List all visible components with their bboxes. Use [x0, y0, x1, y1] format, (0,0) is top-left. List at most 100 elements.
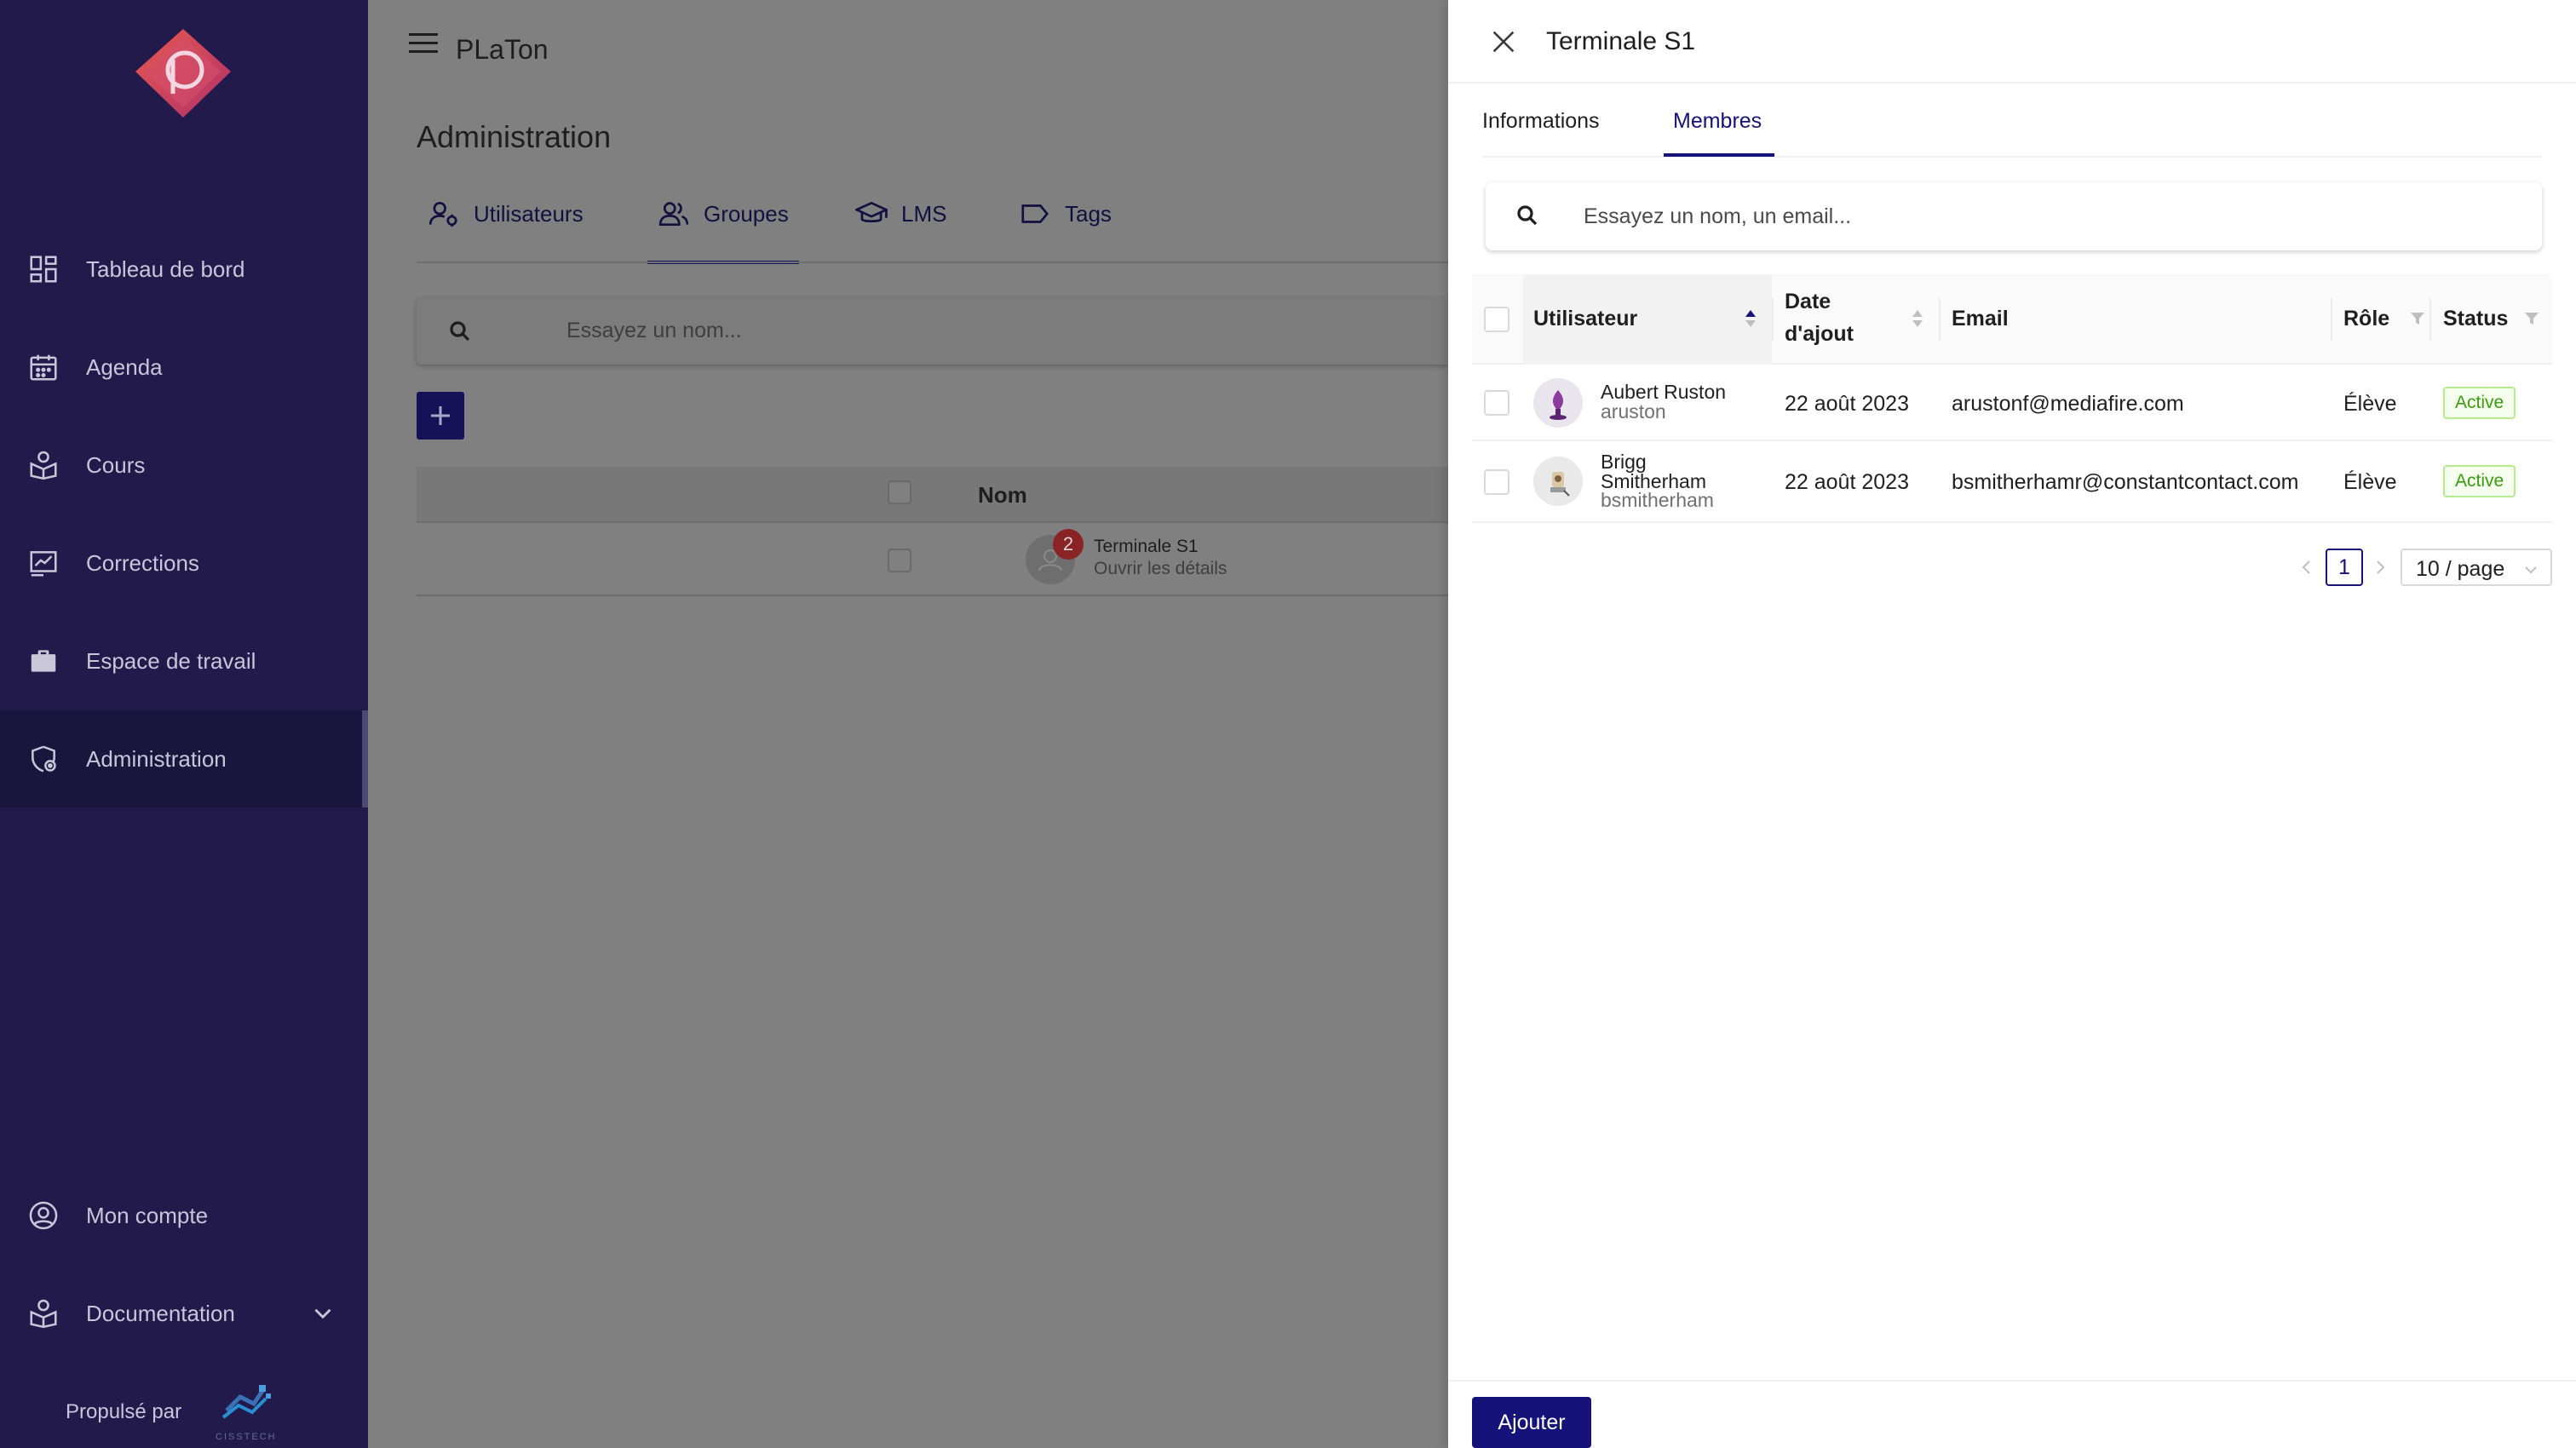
- graduation-cap-icon: [855, 201, 888, 223]
- sidebar-item-administration[interactable]: Administration: [0, 710, 368, 807]
- platon-logo[interactable]: [132, 27, 234, 121]
- search-icon: [1517, 205, 1538, 226]
- sidebar-item-dashboard[interactable]: Tableau de bord: [0, 221, 368, 318]
- add-group-button[interactable]: [417, 392, 464, 440]
- avatar: [1533, 378, 1583, 428]
- tab-informations[interactable]: Informations: [1482, 109, 1600, 158]
- column-header-user[interactable]: Utilisateur: [1533, 307, 1637, 331]
- sidebar-item-label: Cours: [86, 451, 146, 478]
- status-badge: Active: [2443, 465, 2516, 497]
- drawer-header: Terminale S1: [1448, 0, 2576, 83]
- table-row[interactable]: [417, 525, 1448, 596]
- sidebar-item-documentation[interactable]: Documentation: [0, 1265, 368, 1362]
- row-checkbox[interactable]: [1484, 469, 1509, 495]
- sidebar-item-label: Documentation: [86, 1300, 235, 1326]
- tab-lms[interactable]: LMS: [855, 201, 946, 264]
- drawer-tabs-divider: [1482, 156, 2542, 158]
- tab-utilisateurs[interactable]: Utilisateurs: [428, 201, 584, 264]
- sidebar-item-label: Agenda: [86, 353, 163, 380]
- tab-label: LMS: [901, 201, 947, 227]
- column-header-date-line1[interactable]: Date: [1785, 290, 1831, 314]
- open-details-link[interactable]: Ouvrir les détails: [1094, 559, 1227, 579]
- filter-icon[interactable]: [2409, 310, 2426, 327]
- sidebar-item-label: Espace de travail: [86, 647, 256, 674]
- sort-icon[interactable]: [1910, 307, 1925, 330]
- members-search-input[interactable]: [1584, 196, 2521, 237]
- column-separator: [2331, 298, 2332, 341]
- sidebar-item-label: Administration: [86, 745, 227, 772]
- tag-icon: [1021, 204, 1049, 223]
- row-checkbox[interactable]: [888, 549, 911, 572]
- sidebar-item-cours[interactable]: Cours: [0, 417, 368, 514]
- column-header-role[interactable]: Rôle: [2343, 307, 2389, 331]
- sidebar-item-agenda[interactable]: Agenda: [0, 319, 368, 416]
- user-login: bsmitherham: [1601, 489, 1714, 511]
- group-details-drawer: Terminale S1 Informations Membres Utilis…: [1448, 0, 2576, 1448]
- search-icon: [450, 321, 470, 342]
- drawer-footer: Ajouter: [1448, 1380, 2576, 1448]
- row-checkbox[interactable]: [1484, 390, 1509, 416]
- user-name: Brigg: [1601, 451, 1647, 473]
- menu-icon[interactable]: [409, 31, 440, 56]
- page-size-select[interactable]: 10 / page: [2401, 549, 2552, 586]
- members-search-bar: [1486, 182, 2542, 250]
- corrections-icon: [30, 551, 57, 577]
- sidebar-item-label: Tableau de bord: [86, 256, 245, 282]
- active-tab-indicator: [1664, 153, 1774, 157]
- groups-table-header: [417, 467, 1448, 523]
- column-header-email[interactable]: Email: [1952, 307, 2009, 331]
- select-all-checkbox[interactable]: [1484, 307, 1509, 332]
- next-page-icon[interactable]: [2370, 557, 2390, 577]
- tabs-divider: [417, 261, 1448, 263]
- briefcase-icon: [31, 650, 56, 672]
- add-member-button[interactable]: Ajouter: [1472, 1397, 1591, 1448]
- admin-icon: [32, 745, 56, 773]
- close-icon[interactable]: [1489, 27, 1518, 56]
- chevron-down-icon[interactable]: [308, 1299, 337, 1328]
- sidebar-item-account[interactable]: Mon compte: [0, 1167, 368, 1264]
- user-role: Élève: [2343, 470, 2397, 494]
- filter-icon[interactable]: [2523, 310, 2540, 327]
- user-email: arustonf@mediafire.com: [1952, 392, 2184, 416]
- current-page-button[interactable]: 1: [2326, 549, 2363, 586]
- previous-page-icon[interactable]: [2297, 557, 2317, 577]
- plus-icon: [431, 406, 450, 425]
- user-email: bsmitherhamr@constantcontact.com: [1952, 470, 2299, 494]
- drawer-title: Terminale S1: [1546, 27, 1696, 55]
- sidebar-item-workspace[interactable]: Espace de travail: [0, 612, 368, 710]
- tab-label: Utilisateurs: [474, 201, 584, 227]
- user-name: Aubert Ruston: [1601, 381, 1727, 403]
- date-added: 22 août 2023: [1785, 470, 1909, 494]
- column-header-status[interactable]: Status: [2443, 307, 2508, 331]
- tab-membres[interactable]: Membres: [1673, 109, 1762, 158]
- avatar: [1533, 457, 1583, 506]
- tab-groupes[interactable]: Groupes: [647, 201, 799, 264]
- user-login: aruston: [1601, 400, 1666, 422]
- account-icon: [29, 1201, 58, 1230]
- tab-label: Groupes: [704, 201, 789, 227]
- calendar-icon: [30, 354, 57, 381]
- sort-ascending-icon[interactable]: [1743, 307, 1758, 330]
- documentation-icon: [30, 1299, 57, 1329]
- column-header-nom[interactable]: Nom: [978, 482, 1027, 509]
- groups-search-bar[interactable]: Essayez un nom...: [417, 298, 1448, 365]
- sidebar-item-label: Mon compte: [86, 1202, 209, 1228]
- course-icon: [30, 451, 57, 480]
- main-content: PLaTon Administration Utilisateurs Group…: [368, 0, 1448, 1448]
- user-avatar-image: [1533, 378, 1583, 428]
- tab-tags[interactable]: Tags: [1019, 201, 1112, 264]
- app-title: PLaTon: [456, 34, 549, 65]
- select-all-checkbox[interactable]: [888, 480, 911, 504]
- user-role: Élève: [2343, 392, 2397, 416]
- cisstech-brand-text: CISSTECH: [216, 1432, 277, 1442]
- tab-label: Tags: [1065, 201, 1112, 227]
- group-name[interactable]: Terminale S1: [1094, 537, 1199, 557]
- page-size-value: 10 / page: [2416, 557, 2505, 581]
- column-header-date-line2[interactable]: d'ajout: [1785, 322, 1854, 347]
- dashboard-icon: [30, 256, 57, 283]
- search-placeholder: Essayez un nom...: [566, 319, 742, 342]
- powered-by-text: Propulsé par: [66, 1400, 182, 1423]
- column-separator: [2429, 298, 2431, 341]
- user-avatar-image: [1533, 457, 1583, 506]
- sidebar-item-corrections[interactable]: Corrections: [0, 514, 368, 612]
